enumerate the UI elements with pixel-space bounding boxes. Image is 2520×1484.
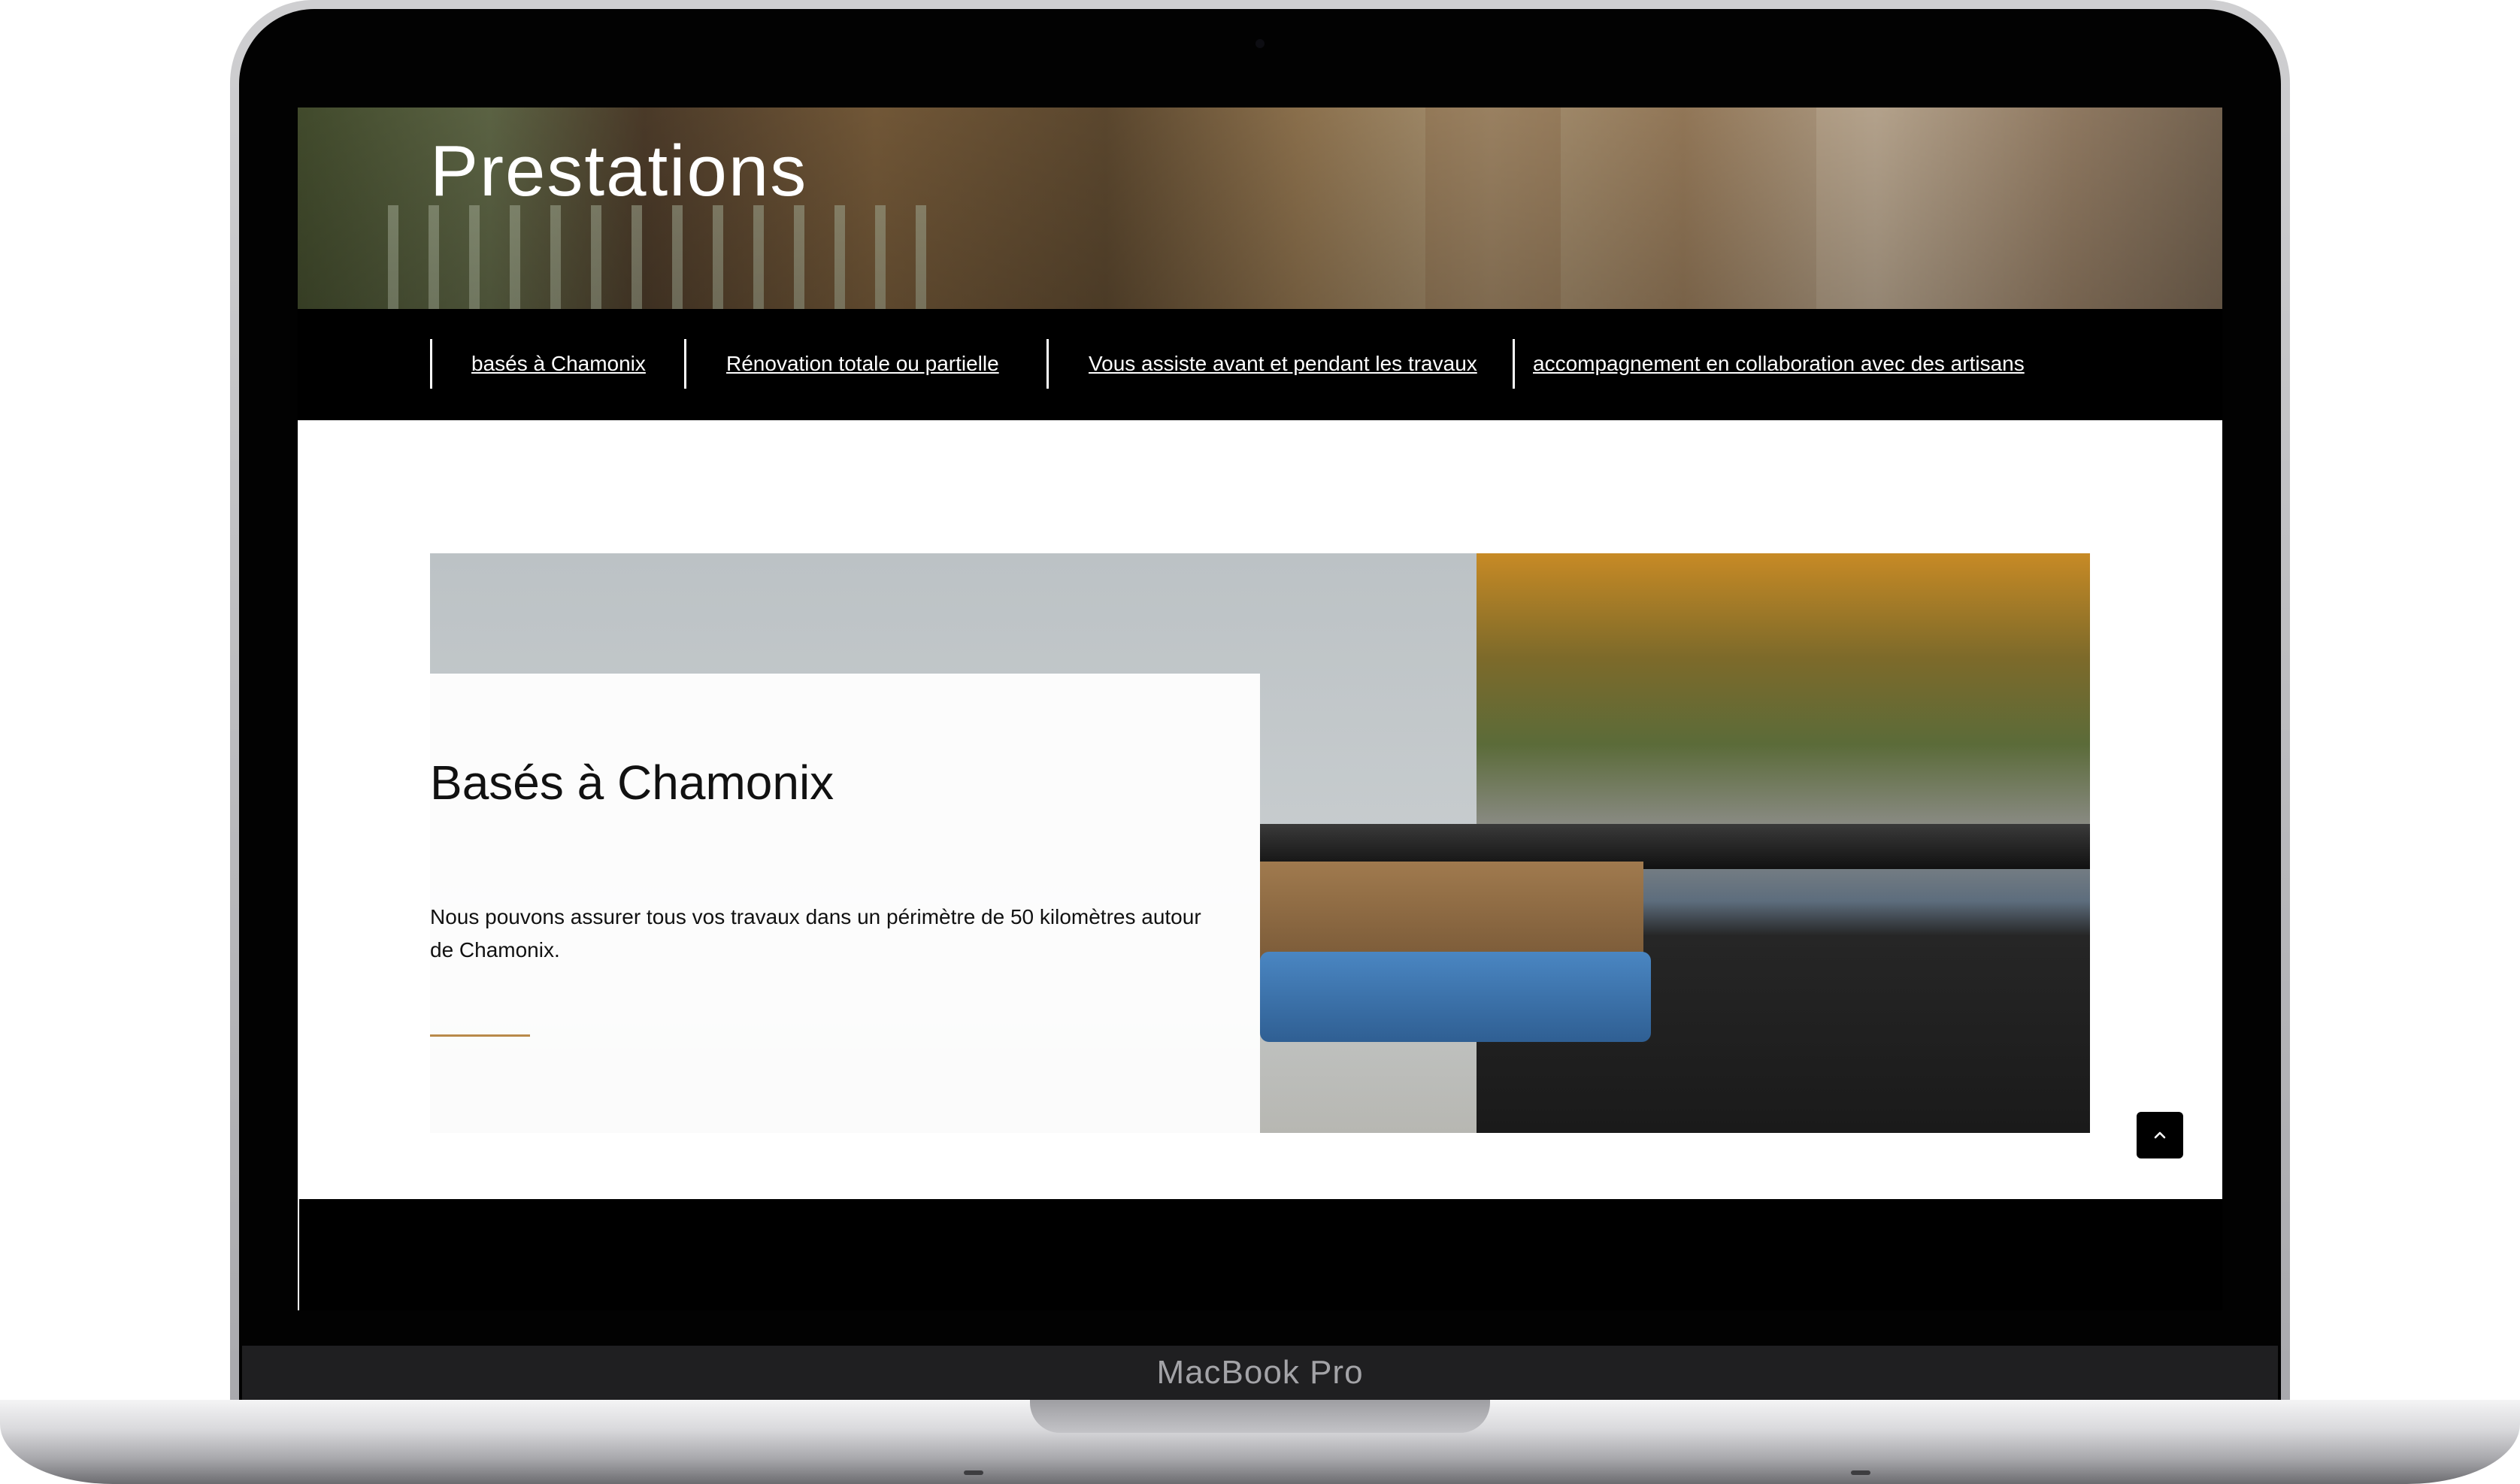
browser-viewport: Prestations basés à Chamonix Rénovation …	[298, 108, 2222, 1310]
page-footer	[298, 1199, 2222, 1310]
laptop-foot	[1851, 1470, 1870, 1475]
feature-section: Basés à Chamonix Nous pouvons assurer to…	[430, 553, 2090, 1133]
screen-edge-line	[298, 1199, 299, 1310]
bench-backrest	[1260, 862, 1643, 963]
chevron-up-icon	[2154, 1131, 2166, 1139]
device-brand-label: MacBook Pro	[1156, 1354, 1364, 1391]
bench-cushion	[1260, 952, 1651, 1042]
nav-item-assistance[interactable]: Vous assiste avant et pendant les travau…	[1046, 339, 1513, 389]
nav-link-chamonix[interactable]: basés à Chamonix	[471, 352, 646, 376]
laptop-foot	[964, 1470, 983, 1475]
nav-link-assistance[interactable]: Vous assiste avant et pendant les travau…	[1089, 352, 1477, 376]
main-content: Basés à Chamonix Nous pouvons assurer to…	[298, 420, 2222, 1199]
nav-link-renovation[interactable]: Rénovation totale ou partielle	[726, 352, 999, 376]
nav-item-renovation[interactable]: Rénovation totale ou partielle	[684, 339, 1046, 389]
feature-description: Nous pouvons assurer tous vos travaux da…	[430, 905, 1201, 962]
feature-title: Basés à Chamonix	[430, 756, 834, 810]
camera	[1255, 39, 1265, 48]
accent-divider	[430, 1034, 530, 1037]
hinge-notch	[1030, 1400, 1490, 1433]
nav-item-chamonix[interactable]: basés à Chamonix	[430, 339, 684, 389]
nav-item-artisans[interactable]: accompagnement en collaboration avec des…	[1513, 339, 2084, 389]
nav-link-artisans[interactable]: accompagnement en collaboration avec des…	[1533, 352, 2025, 376]
hero-banner: Prestations	[298, 108, 2222, 309]
feature-card: Basés à Chamonix Nous pouvons assurer to…	[430, 674, 1260, 1133]
scroll-to-top-button[interactable]	[2137, 1112, 2183, 1158]
page-title: Prestations	[430, 131, 808, 211]
